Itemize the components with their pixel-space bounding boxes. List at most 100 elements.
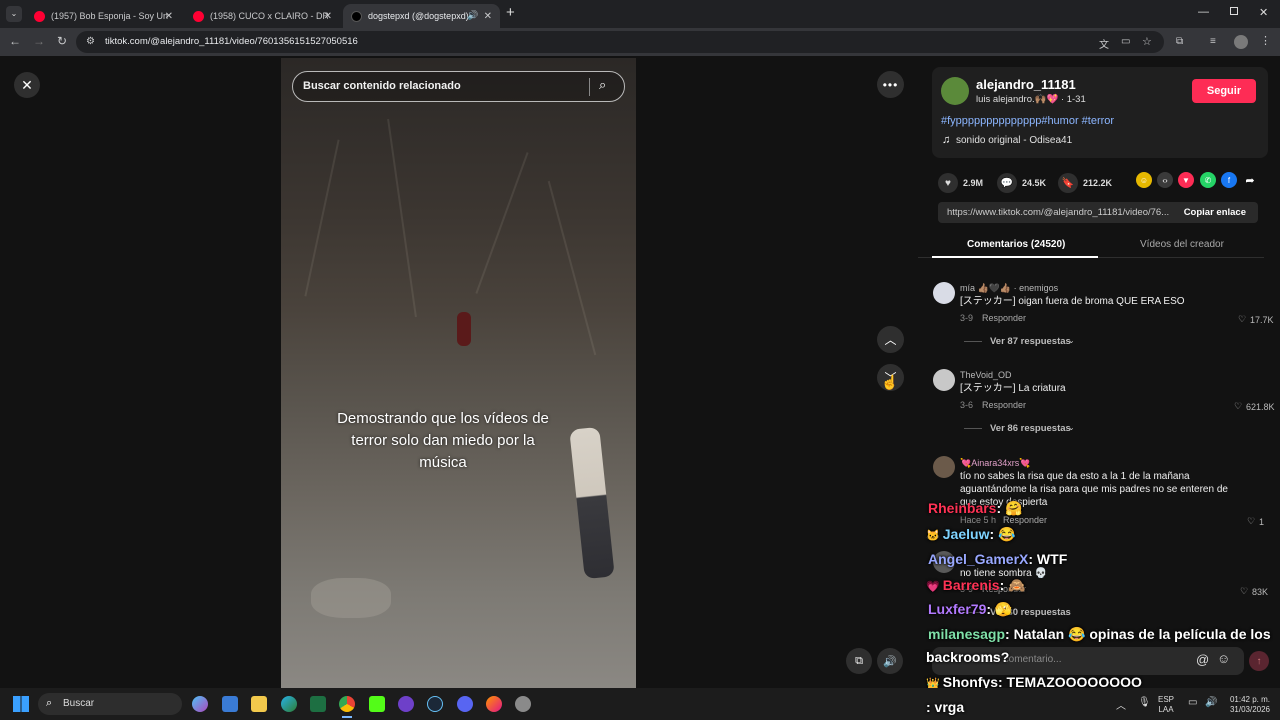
like-stat[interactable]: ♥ 2.9M (938, 173, 983, 193)
close-tab-icon[interactable]: ✕ (165, 11, 173, 22)
mention-icon[interactable]: @ (1196, 652, 1209, 667)
back-icon[interactable]: ← (9, 34, 21, 48)
restore-icon[interactable] (1230, 7, 1238, 15)
windows-start-icon[interactable] (13, 696, 29, 712)
tab-creator-videos[interactable]: Vídeos del creador (1140, 239, 1224, 250)
minimize-icon[interactable]: — (1198, 6, 1209, 18)
forward-icon[interactable]: → (33, 34, 45, 48)
bookmark-star-icon[interactable]: ☆ (1142, 35, 1152, 48)
heart-icon[interactable]: ♥ (938, 173, 958, 193)
embed-icon[interactable]: ‹› (1157, 172, 1173, 188)
comment-author[interactable]: mía 👍🏽🖤👍🏽 · enemigos (960, 283, 1058, 294)
bookmark-icon[interactable]: 🔖 (1058, 173, 1078, 193)
kick-icon[interactable] (369, 696, 385, 712)
volume-button[interactable]: 🔊 (877, 648, 903, 674)
save-stat[interactable]: 🔖 212.2K (1058, 173, 1112, 193)
tab-comments[interactable]: Comentarios (24520) (967, 239, 1065, 250)
tab-dogstepxd[interactable]: dogstepxd (@dogstepxd) | 🔊 ✕ (343, 4, 500, 28)
menu-icon[interactable]: ⋮ (1260, 34, 1271, 47)
media-icon[interactable]: ≡ (1210, 36, 1216, 47)
comment-icon[interactable]: 💬 (997, 173, 1017, 193)
comment-author[interactable]: TheVoid_OD (960, 370, 1012, 380)
site-info-icon[interactable]: ⚙ (86, 36, 95, 47)
extensions-icon[interactable]: ⧉ (1176, 36, 1183, 47)
reply-button[interactable]: Responder (982, 313, 1026, 323)
share-link-url[interactable]: https://www.tiktok.com/@alejandro_11181/… (947, 207, 1177, 218)
tab-bob-esponja[interactable]: (1957) Bob Esponja - Soy Un Ca ✕ (26, 4, 181, 28)
edge-icon[interactable] (281, 696, 297, 712)
heart-outline-icon[interactable]: ♡ (1240, 586, 1248, 597)
microphone-icon[interactable]: 🎙 (1138, 697, 1151, 708)
tab-cuco-clairo[interactable]: (1958) CUCO x CLAIRO - DROW ✕ (185, 4, 340, 28)
emoji-icon[interactable]: ☺ (1217, 651, 1230, 666)
chevron-down-icon[interactable]: ⌄ (1068, 423, 1075, 432)
copilot-icon[interactable] (192, 696, 208, 712)
view-replies-button[interactable]: Ver 86 respuestas (964, 423, 1071, 434)
post-comment-button[interactable]: ↑ (1249, 651, 1269, 671)
chat-user: milanesagp (928, 626, 1006, 642)
volume-tray-icon[interactable]: 🔊 (1205, 697, 1217, 708)
more-options-button[interactable]: ••• (877, 71, 904, 98)
chat-badge-icon: 🐱 (926, 530, 943, 542)
hashtags[interactable]: #fypppppppppppppp#humor #terror (941, 115, 1114, 127)
profile-avatar[interactable] (1234, 35, 1248, 49)
cast-icon[interactable]: ▭ (1121, 36, 1130, 47)
floating-player-button[interactable]: ⧉ (846, 648, 872, 674)
related-search-input[interactable]: Buscar contenido relacionado ⌕ (292, 71, 625, 102)
sound-link[interactable]: sonido original - Odisea41 (956, 135, 1072, 146)
heart-outline-icon[interactable]: ♡ (1247, 516, 1255, 527)
language-indicator[interactable]: ESP LAA (1158, 695, 1174, 715)
excel-icon[interactable] (310, 696, 326, 712)
chevron-down-icon[interactable]: ⌄ (1068, 336, 1075, 345)
comment-text: [ステッカー] oigan fuera de broma QUE ERA ESO (960, 296, 1185, 307)
lang-layout: LAA (1158, 705, 1174, 714)
url-text[interactable]: tiktok.com/@alejandro_11181/video/760135… (105, 36, 358, 47)
facebook-icon[interactable]: f (1221, 172, 1237, 188)
video-caption: Demostrando que los vídeos de terror sol… (337, 410, 549, 471)
firefox-icon[interactable] (486, 696, 502, 712)
tab-search-dropdown-icon[interactable]: ⌄ (6, 6, 22, 22)
comment-author[interactable]: 💘Ainara34xrs💘 (960, 458, 1030, 469)
chrome-icon[interactable] (339, 696, 355, 712)
close-tab-icon[interactable]: ✕ (324, 11, 332, 22)
search-icon[interactable]: ⌕ (599, 77, 606, 93)
comment-avatar[interactable] (933, 369, 955, 391)
close-tab-icon[interactable]: ✕ (484, 11, 492, 22)
author-username[interactable]: alejandro_11181 (976, 77, 1076, 92)
heart-outline-icon[interactable]: ♡ (1234, 401, 1242, 412)
file-explorer-icon[interactable] (251, 696, 267, 712)
send-share-icon[interactable]: ▼ (1178, 172, 1194, 188)
comment-avatar[interactable] (933, 282, 955, 304)
settings-icon[interactable] (515, 696, 531, 712)
music-note-icon: ♫ (942, 134, 951, 146)
close-video-button[interactable]: ✕ (14, 72, 40, 98)
github-desktop-icon[interactable] (398, 696, 414, 712)
close-window-icon[interactable]: ✕ (1259, 6, 1268, 19)
view-replies-button[interactable]: Ver 87 respuestas (964, 336, 1071, 347)
coin-share-icon[interactable]: ☺ (1136, 172, 1152, 188)
heart-outline-icon[interactable]: ♡ (1238, 314, 1246, 325)
speaker-icon[interactable]: 🔊 (467, 10, 478, 21)
taskbar-search[interactable]: ⌕ Buscar (38, 693, 182, 715)
clock[interactable]: 01:42 p. m. 31/03/2026 (1222, 695, 1270, 715)
tray-chevron-icon[interactable]: ︿ (1116, 697, 1126, 712)
author-avatar[interactable] (941, 77, 969, 105)
network-icon[interactable]: ▭ (1188, 697, 1197, 708)
new-tab-button[interactable]: + (506, 4, 515, 21)
follow-button[interactable]: Seguir (1192, 79, 1256, 103)
discord-icon[interactable] (457, 696, 473, 712)
video-player[interactable] (281, 58, 636, 688)
chat-user: Angel_GamerX (928, 551, 1029, 567)
steam-icon[interactable] (427, 696, 443, 712)
chat-message: : vrga (926, 699, 964, 715)
comment-stat[interactable]: 💬 24.5K (997, 173, 1046, 193)
comment-avatar[interactable] (933, 456, 955, 478)
copy-link-button[interactable]: Copiar enlace (1184, 207, 1246, 218)
reply-button[interactable]: Responder (982, 400, 1026, 410)
share-arrow-icon[interactable]: ➦ (1242, 172, 1258, 188)
whatsapp-icon[interactable]: ✆ (1200, 172, 1216, 188)
translate-icon[interactable]: 文 (1099, 36, 1109, 51)
store-icon[interactable] (222, 696, 238, 712)
previous-video-button[interactable]: ︿ (877, 326, 904, 353)
reload-icon[interactable]: ↻ (57, 34, 67, 48)
